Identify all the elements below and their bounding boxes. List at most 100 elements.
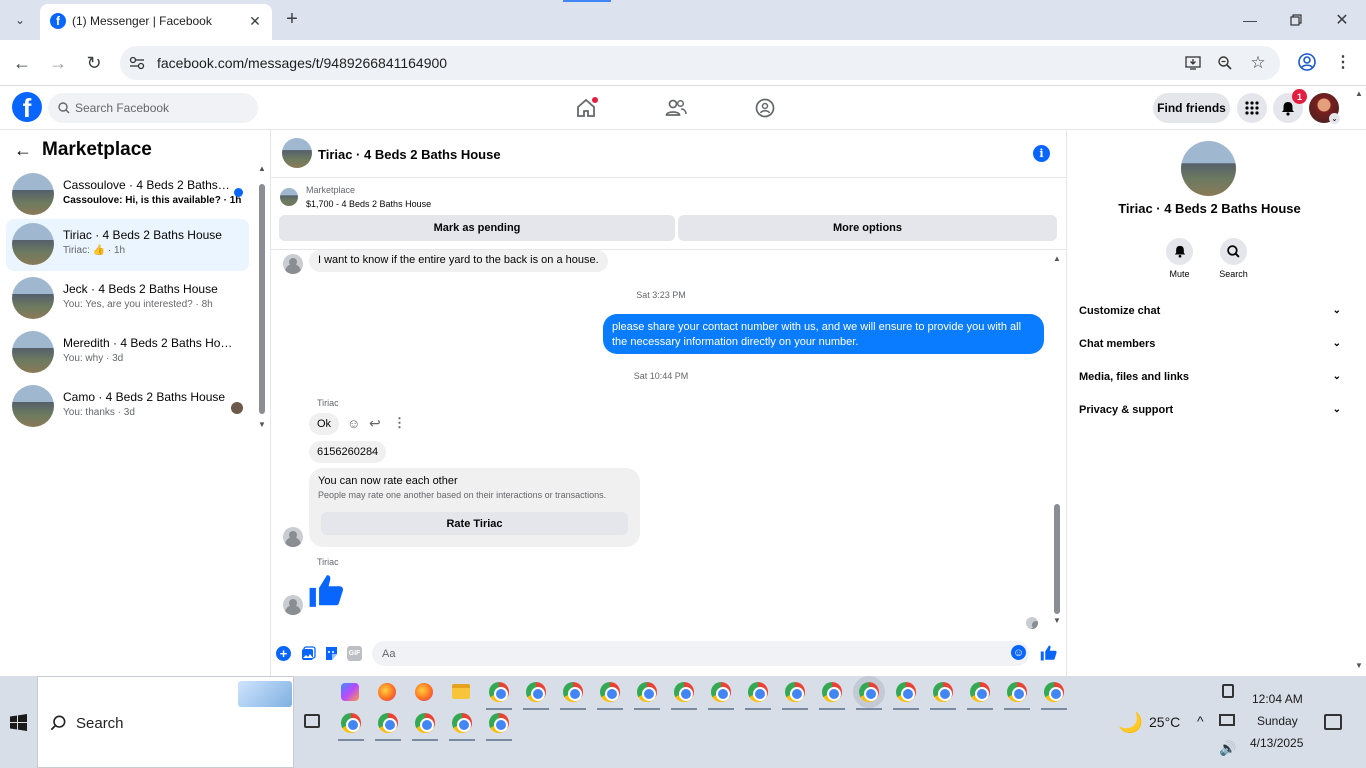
bookmark-star-icon[interactable]: ☆ <box>1248 53 1268 73</box>
chat-members-section[interactable]: Chat members ⌄ <box>1079 338 1341 350</box>
chrome-taskbar-icon[interactable] <box>526 682 546 702</box>
chrome-taskbar-icon[interactable] <box>489 713 509 733</box>
weather-temp[interactable]: 25°C <box>1149 714 1180 730</box>
sticker-icon[interactable] <box>324 646 339 666</box>
taskbar-search-box[interactable]: Search <box>37 676 294 768</box>
close-window-icon[interactable]: ✕ <box>1330 10 1354 30</box>
friends-icon[interactable] <box>664 97 688 119</box>
customize-chat-section[interactable]: Customize chat ⌄ <box>1079 305 1341 317</box>
clock-time[interactable]: 12:04 AM <box>1252 692 1303 706</box>
back-icon[interactable]: ← <box>10 52 34 74</box>
firefox-icon[interactable] <box>415 683 433 701</box>
chrome-taskbar-icon[interactable] <box>600 682 620 702</box>
browser-menu-icon[interactable]: ⋮ <box>1334 51 1352 73</box>
tab-close-icon[interactable]: ✕ <box>246 12 264 30</box>
chat-title[interactable]: Tiriac · 4 Beds 2 Baths House <box>318 147 501 162</box>
clock-date[interactable]: 4/13/2025 <box>1250 736 1303 750</box>
browser-tab[interactable]: f (1) Messenger | Facebook ✕ <box>40 4 272 40</box>
chrome-taskbar-icon[interactable] <box>711 682 731 702</box>
volume-icon[interactable]: 🔊 <box>1219 740 1236 757</box>
listing-banner[interactable]: Marketplace $1,700 - 4 Beds 2 Baths Hous… <box>271 178 1067 214</box>
chrome-taskbar-icon[interactable] <box>896 682 916 702</box>
site-info-icon[interactable] <box>128 54 146 72</box>
back-arrow-icon[interactable]: ← <box>14 140 32 161</box>
react-emoji-icon[interactable]: ☺ <box>347 416 360 431</box>
account-chevron-icon[interactable]: ⌄ <box>1329 113 1340 124</box>
meet-now-icon[interactable] <box>1222 684 1234 698</box>
mark-as-pending-button[interactable]: Mark as pending <box>279 215 675 241</box>
home-icon[interactable] <box>574 97 598 119</box>
chrome-taskbar-icon[interactable] <box>637 682 657 702</box>
windows-start-icon[interactable] <box>10 714 27 736</box>
tab-search-chevron-icon[interactable]: ⌄ <box>8 8 32 32</box>
chrome-taskbar-icon[interactable] <box>563 682 583 702</box>
chrome-taskbar-icon[interactable] <box>1044 682 1064 702</box>
scrollbar-thumb[interactable] <box>1054 504 1060 614</box>
clock-day[interactable]: Sunday <box>1257 714 1298 728</box>
fb-search-input[interactable]: Search Facebook <box>48 93 258 123</box>
more-actions-icon[interactable]: ⋮ <box>393 415 406 431</box>
chrome-taskbar-icon[interactable] <box>822 682 842 702</box>
find-friends-button[interactable]: Find friends <box>1153 93 1230 123</box>
show-hidden-icons[interactable]: ^ <box>1197 713 1204 729</box>
thumbs-up-message-icon[interactable] <box>308 572 346 615</box>
groups-icon[interactable] <box>753 97 777 119</box>
emoji-icon[interactable]: ☺ <box>1011 645 1026 660</box>
chrome-taskbar-icon[interactable] <box>415 713 435 733</box>
conversation-item[interactable]: Jeck · 4 Beds 2 Baths House You: Yes, ar… <box>6 273 249 325</box>
mute-bell-icon[interactable] <box>1166 238 1193 265</box>
notification-center-icon[interactable] <box>1324 714 1342 730</box>
chrome-taskbar-icon[interactable] <box>452 713 472 733</box>
task-view-icon[interactable] <box>304 714 320 728</box>
rate-button[interactable]: Rate Tiriac <box>321 512 628 535</box>
zoom-icon[interactable] <box>1216 54 1234 72</box>
menu-grid-icon[interactable] <box>1237 93 1267 123</box>
install-app-icon[interactable] <box>1184 54 1202 72</box>
reload-icon[interactable]: ↻ <box>82 52 106 74</box>
conversation-item[interactable]: Camo · 4 Beds 2 Baths House You: thanks … <box>6 381 249 433</box>
info-icon[interactable]: i <box>1033 145 1050 162</box>
forward-icon[interactable]: → <box>46 52 70 74</box>
search-chat-icon[interactable] <box>1220 238 1247 265</box>
chrome-taskbar-icon[interactable] <box>489 682 509 702</box>
gif-icon[interactable]: GIF <box>347 646 362 661</box>
weather-moon-icon[interactable]: 🌙 <box>1118 710 1143 735</box>
send-like-icon[interactable] <box>1040 644 1058 667</box>
minimize-icon[interactable]: — <box>1238 10 1262 30</box>
chrome-taskbar-icon[interactable] <box>674 682 694 702</box>
media-files-links-section[interactable]: Media, files and links ⌄ <box>1079 371 1341 383</box>
scrollbar-thumb[interactable] <box>259 184 265 414</box>
firefox-icon[interactable] <box>378 683 396 701</box>
chrome-taskbar-icon[interactable] <box>748 682 768 702</box>
more-options-button[interactable]: More options <box>678 215 1057 241</box>
photo-icon[interactable] <box>301 646 316 666</box>
chrome-taskbar-icon[interactable] <box>853 676 885 708</box>
facebook-logo-icon[interactable]: f <box>12 92 42 122</box>
profile-icon[interactable] <box>1296 51 1318 73</box>
chrome-taskbar-icon[interactable] <box>785 682 805 702</box>
chat-list-scrollbar[interactable]: ▲ ▼ <box>258 164 266 429</box>
chrome-taskbar-icon[interactable] <box>933 682 953 702</box>
chrome-taskbar-icon[interactable] <box>341 713 361 733</box>
reply-icon[interactable]: ↩ <box>369 415 381 432</box>
copilot-icon[interactable] <box>341 683 359 701</box>
chrome-taskbar-icon[interactable] <box>378 713 398 733</box>
address-bar[interactable]: facebook.com/messages/t/9489266841164900… <box>120 46 1280 80</box>
incoming-message[interactable]: I want to know if the entire yard to the… <box>309 250 608 272</box>
incoming-message[interactable]: Ok <box>309 413 340 435</box>
new-tab-icon[interactable]: + <box>282 8 302 30</box>
chrome-taskbar-icon[interactable] <box>1007 682 1027 702</box>
file-explorer-icon[interactable] <box>452 684 470 699</box>
restore-icon[interactable] <box>1284 10 1308 30</box>
message-input[interactable]: Aa ☺ <box>372 641 1029 666</box>
privacy-support-section[interactable]: Privacy & support ⌄ <box>1079 404 1341 416</box>
chrome-taskbar-icon[interactable] <box>970 682 990 702</box>
plus-icon[interactable]: + <box>276 646 291 661</box>
incoming-message[interactable]: 6156260284 <box>309 441 387 463</box>
chat-scrollbar[interactable]: ▲ ▼ <box>1052 254 1062 626</box>
network-icon[interactable] <box>1219 714 1235 726</box>
conversation-item[interactable]: Meredith · 4 Beds 2 Baths House You: why… <box>6 327 249 379</box>
conversation-item[interactable]: Cassoulove · 4 Beds 2 Baths H... Cassoul… <box>6 169 249 221</box>
outgoing-message[interactable]: please share your contact number with us… <box>603 314 1044 354</box>
chat-listing-avatar[interactable] <box>282 138 312 168</box>
